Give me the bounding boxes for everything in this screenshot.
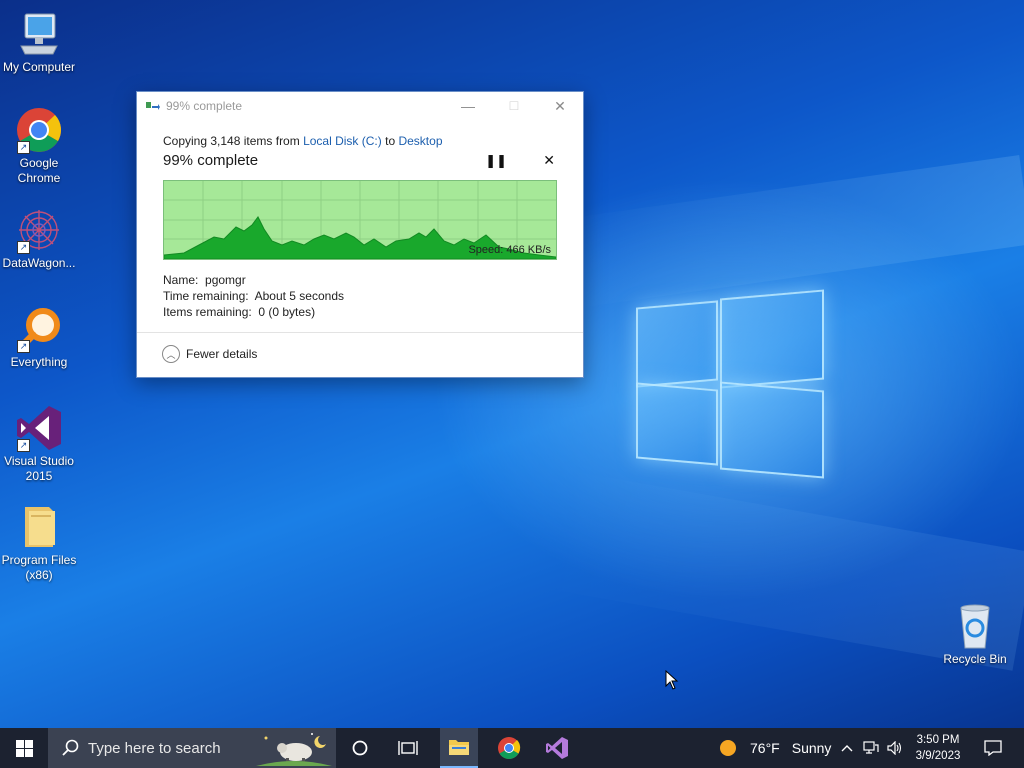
taskbar: Type here to search 76°F Sunny 3:50 PM 3… (0, 728, 1024, 768)
weather-desc: Sunny (791, 740, 832, 756)
volume-button[interactable] (884, 728, 906, 768)
taskbar-file-explorer[interactable] (440, 728, 478, 768)
items-remaining-label: Items remaining: (163, 305, 252, 319)
magnifier-icon: ↗ (15, 305, 63, 353)
speaker-icon (887, 741, 902, 755)
visual-studio-icon (546, 737, 568, 759)
show-hidden-icons-button[interactable] (838, 728, 856, 768)
search-highlight-sheep-icon (256, 733, 332, 766)
dialog-title: 99% complete (166, 99, 243, 113)
desktop-icon-label: DataWagon... (2, 256, 76, 270)
desktop-icon-recycle-bin[interactable]: Recycle Bin (936, 602, 1014, 667)
desktop-icon-program-files[interactable]: Program Files (x86) (0, 503, 78, 583)
shortcut-arrow-icon: ↗ (17, 141, 30, 154)
maximize-button[interactable]: ☐ (491, 92, 537, 121)
time-remaining-label: Time remaining: (163, 289, 249, 303)
desktop-icon-visual-studio[interactable]: ↗ Visual Studio 2015 (0, 404, 78, 484)
copy-summary: Copying 3,148 items from Local Disk (C:)… (163, 134, 557, 148)
desktop-icon-everything[interactable]: ↗ Everything (0, 305, 78, 370)
windows-start-icon (15, 739, 33, 757)
clock[interactable]: 3:50 PM 3/9/2023 (906, 728, 970, 768)
visual-studio-icon: ↗ (15, 404, 63, 452)
weather-temp: 76°F (750, 740, 780, 756)
minimize-button[interactable]: — (445, 92, 491, 121)
search-box[interactable]: Type here to search (48, 728, 336, 768)
cortana-icon (352, 740, 368, 756)
sun-icon (720, 740, 736, 756)
name-value: pgomgr (205, 273, 246, 287)
name-label: Name: (163, 273, 199, 287)
network-button[interactable] (860, 728, 882, 768)
speed-label: Speed: 466 KB/s (468, 244, 551, 256)
clock-time: 3:50 PM (916, 734, 960, 746)
desktop-icon-label: Google Chrome (17, 156, 61, 185)
copy-prefix: Copying 3,148 items from (163, 134, 300, 148)
desktop-icon-label: My Computer (2, 60, 76, 74)
to-word: to (385, 134, 396, 148)
fewer-details-label: Fewer details (186, 347, 258, 361)
dialog-titlebar[interactable]: 99% complete — ☐ ✕ (137, 92, 583, 121)
datawagon-icon: ↗ (15, 206, 63, 254)
fewer-details-button[interactable]: ︿ Fewer details (162, 345, 257, 363)
shortcut-arrow-icon: ↗ (17, 439, 30, 452)
chrome-icon (498, 737, 521, 759)
desktop-icon-label: Everything (10, 355, 68, 369)
chevron-up-icon: ︿ (162, 345, 180, 363)
notification-center-button[interactable] (978, 728, 1008, 768)
chevron-up-icon (841, 745, 853, 752)
copy-icon (146, 102, 160, 110)
close-button[interactable]: ✕ (537, 92, 583, 121)
computer-icon (15, 10, 63, 58)
shortcut-arrow-icon: ↗ (17, 340, 30, 353)
chrome-icon: ↗ (15, 106, 63, 154)
desktop-icon-datawagon[interactable]: ↗ DataWagon... (0, 206, 78, 271)
desktop-icon-label: Recycle Bin (943, 652, 1007, 666)
transfer-speed-graph: Speed: 466 KB/s (163, 180, 557, 260)
desktop-icon-google-chrome[interactable]: ↗ Google Chrome (0, 106, 78, 186)
clock-date: 3/9/2023 (915, 750, 961, 762)
pause-icon[interactable]: ❚❚ (485, 153, 507, 169)
network-icon (863, 741, 879, 754)
recycle-bin-icon (951, 602, 999, 650)
divider (137, 332, 583, 333)
percent-complete: 99% complete (163, 152, 259, 169)
destination-link[interactable]: Desktop (398, 134, 442, 148)
time-remaining-value: About 5 seconds (254, 289, 345, 303)
copy-progress-dialog: 99% complete — ☐ ✕ Copying 3,148 items f… (136, 91, 584, 378)
task-view-icon (398, 741, 418, 755)
folder-icon (449, 740, 469, 755)
desktop-icon-my-computer[interactable]: My Computer (0, 10, 78, 75)
search-icon (62, 739, 79, 756)
windows-logo-wallpaper (636, 289, 824, 480)
taskbar-chrome[interactable] (490, 728, 528, 768)
search-placeholder: Type here to search (88, 740, 221, 757)
desktop-icon-label: Visual Studio 2015 (4, 454, 74, 483)
detail-list: Name: pgomgr Time remaining: About 5 sec… (163, 272, 557, 320)
start-button[interactable] (0, 728, 48, 768)
taskbar-visual-studio[interactable] (538, 728, 576, 768)
items-remaining-value: 0 (0 bytes) (258, 305, 316, 319)
task-view-button[interactable] (388, 728, 428, 768)
cortana-button[interactable] (340, 728, 380, 768)
close-icon[interactable]: ✕ (543, 152, 555, 169)
folder-icon (15, 503, 63, 551)
desktop-icon-label: Program Files (x86) (1, 553, 77, 582)
source-link[interactable]: Local Disk (C:) (303, 134, 382, 148)
weather-widget[interactable]: 76°F Sunny (716, 728, 836, 768)
shortcut-arrow-icon: ↗ (17, 241, 30, 254)
mouse-cursor-icon (665, 670, 679, 690)
notification-icon (984, 740, 1002, 756)
light-beam (553, 155, 1024, 310)
